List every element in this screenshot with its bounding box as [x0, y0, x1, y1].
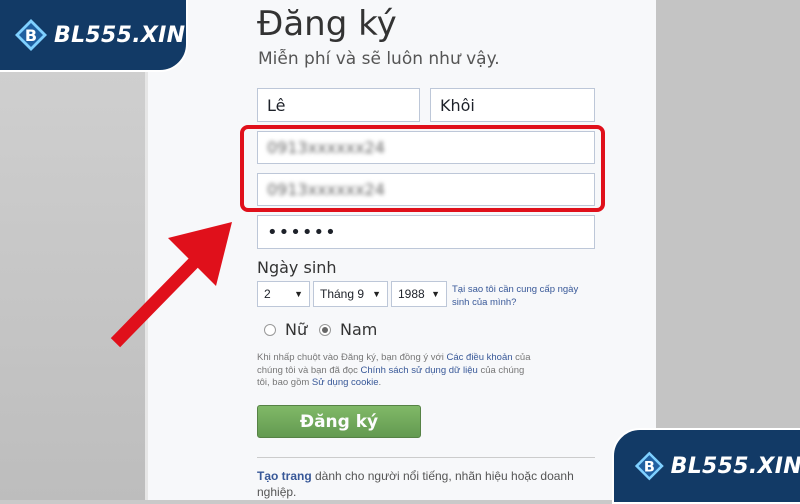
terms-link[interactable]: Các điều khoản — [447, 352, 513, 363]
radio-female[interactable] — [264, 323, 276, 336]
month-value: Tháng 9 — [320, 287, 365, 301]
brand-logo-top: B BL555.XIN — [0, 0, 188, 72]
day-value: 2 — [264, 287, 271, 301]
terms-part-1: Khi nhấp chuột vào Đăng ký, bạn đồng ý v… — [257, 352, 447, 363]
gender-male-label: Nam — [340, 320, 378, 339]
month-select[interactable]: Tháng 9 ▼ — [313, 281, 388, 307]
create-page-text: Tạo trang dành cho người nổi tiếng, nhãn… — [257, 468, 587, 500]
year-value: 1988 — [398, 287, 425, 301]
dob-label: Ngày sinh — [257, 258, 337, 277]
gender-male-option[interactable]: Nam — [319, 320, 377, 339]
svg-text:B: B — [25, 26, 37, 45]
divider — [257, 457, 595, 458]
radio-male[interactable] — [319, 323, 331, 336]
terms-text: Khi nhấp chuột vào Đăng ký, bạn đồng ý v… — [257, 352, 537, 390]
diamond-b-logo-icon: B — [15, 19, 47, 51]
terms-part-4: . — [378, 377, 382, 388]
svg-text:B: B — [644, 459, 655, 475]
gender-female-label: Nữ — [285, 320, 308, 339]
brand-text: BL555.XIN — [670, 453, 800, 479]
why-dob-link[interactable]: Tại sao tôi cần cung cấp ngày sinh của m… — [452, 283, 582, 309]
chevron-down-icon: ▼ — [372, 289, 381, 299]
gender-female-option[interactable]: Nữ — [264, 320, 307, 339]
day-select[interactable]: 2 ▼ — [257, 281, 310, 307]
diamond-b-logo-icon: B — [634, 451, 664, 481]
chevron-down-icon: ▼ — [294, 289, 303, 299]
year-select[interactable]: 1988 ▼ — [391, 281, 447, 307]
brand-text: BL555.XIN — [54, 22, 186, 48]
data-policy-link[interactable]: Chính sách sử dụng dữ liệu — [361, 365, 478, 376]
brand-logo-bottom: B BL555.XIN — [612, 428, 800, 504]
cookie-link[interactable]: Sử dụng cookie — [312, 377, 379, 388]
chevron-down-icon: ▼ — [431, 289, 440, 299]
create-page-link[interactable]: Tạo trang — [257, 469, 312, 483]
signup-button[interactable]: Đăng ký — [257, 405, 421, 438]
